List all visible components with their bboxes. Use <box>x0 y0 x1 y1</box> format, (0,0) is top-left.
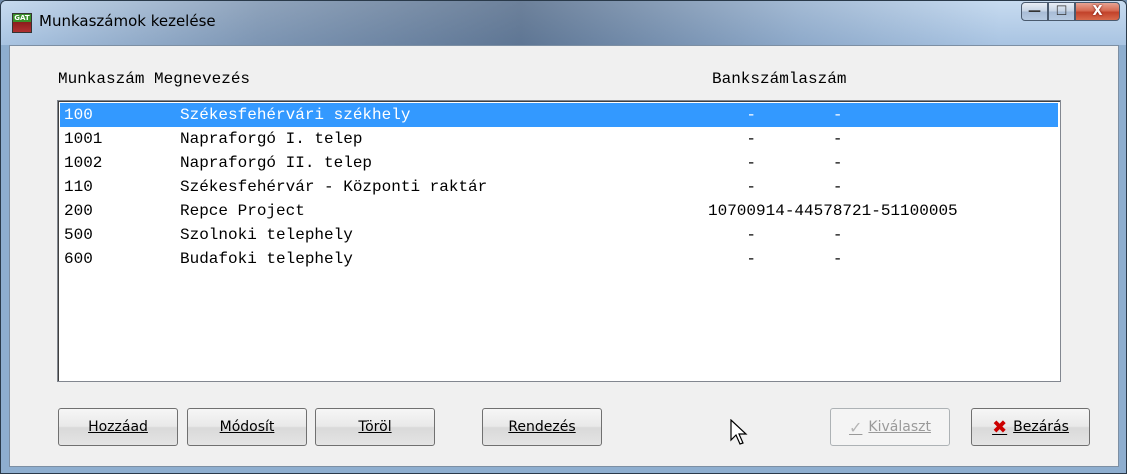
list-item-bank: - - <box>708 178 843 196</box>
app-icon[interactable]: GAT <box>12 13 32 33</box>
add-button-label: Hozzáad <box>88 419 148 435</box>
title-bar[interactable]: GAT Munkaszámok kezelése — ☐ X <box>1 1 1126 45</box>
minimize-icon: — <box>1028 4 1041 19</box>
close-window-button[interactable]: X <box>1075 2 1120 21</box>
list-item[interactable]: 110 Székesfehérvár - Központi raktár - - <box>60 175 1058 199</box>
delete-button-label: Töröl <box>358 419 392 435</box>
mouse-cursor-icon <box>730 419 748 445</box>
list-item-code: 600 <box>64 250 93 268</box>
sort-button[interactable]: Rendezés <box>482 408 602 446</box>
list-item-name: Budafoki telephely <box>180 250 353 268</box>
maximize-icon: ☐ <box>1055 4 1068 19</box>
maximize-button[interactable]: ☐ <box>1048 2 1075 21</box>
list-item-code: 110 <box>64 178 93 196</box>
list-item[interactable]: 1001 Napraforgó I. telep - - <box>60 127 1058 151</box>
select-button-label: Kiválaszt <box>868 419 931 435</box>
modify-button[interactable]: Módosít <box>187 408 307 446</box>
caption-buttons: — ☐ X <box>1021 2 1120 22</box>
list-item-bank: - - <box>708 106 843 124</box>
list-item-name: Repce Project <box>180 202 305 220</box>
list-item-code: 1001 <box>64 130 103 148</box>
close-x-icon: ✖ <box>992 416 1008 438</box>
close-button[interactable]: ✖ Bezárás <box>971 408 1090 446</box>
close-button-label: Bezárás <box>1013 419 1069 435</box>
list-item-bank: - - <box>708 154 843 172</box>
minimize-button[interactable]: — <box>1021 2 1048 21</box>
list-item[interactable]: 500 Szolnoki telephely - - <box>60 223 1058 247</box>
list-item-name: Székesfehérvár - Központi raktár <box>180 178 488 196</box>
dialog-client-area: Munkaszám Megnevezés Bankszámlaszám 100 S… <box>9 45 1119 467</box>
list-item-bank: - - <box>708 226 843 244</box>
add-button[interactable]: Hozzáad <box>58 408 178 446</box>
delete-button[interactable]: Töröl <box>315 408 435 446</box>
app-icon-label: GAT <box>14 14 30 22</box>
column-header-bank: Bankszámlaszám <box>712 70 847 88</box>
list-item-name: Napraforgó I. telep <box>180 130 363 148</box>
list-item[interactable]: 100 Székesfehérvári székhely - - <box>60 103 1058 127</box>
job-number-list[interactable]: 100 Székesfehérvári székhely - - 1001 Napra… <box>57 100 1061 382</box>
modify-button-label: Módosít <box>219 419 275 435</box>
list-item-name: Szolnoki telephely <box>180 226 353 244</box>
list-item-bank: 10700914-44578721-51100005 <box>708 202 958 220</box>
list-item-code: 500 <box>64 226 93 244</box>
list-item-name: Napraforgó II. telep <box>180 154 373 172</box>
list-item[interactable]: 600 Budafoki telephely - - <box>60 247 1058 271</box>
list-item[interactable]: 200 Repce Project 10700914-44578721-511000… <box>60 199 1058 223</box>
dialog-window: GAT Munkaszámok kezelése — ☐ X Munkaszám… <box>0 0 1127 474</box>
list-item[interactable]: 1002 Napraforgó II. telep - - <box>60 151 1058 175</box>
column-header-code-name: Munkaszám Megnevezés <box>58 70 251 88</box>
window-title: Munkaszámok kezelése <box>39 12 216 30</box>
list-item-code: 200 <box>64 202 93 220</box>
sort-button-label: Rendezés <box>508 419 576 435</box>
list-item-code: 100 <box>64 106 93 124</box>
list-item-code: 1002 <box>64 154 103 172</box>
list-item-bank: - - <box>708 250 843 268</box>
list-item-name: Székesfehérvári székhely <box>180 106 411 124</box>
select-button[interactable]: ✓ Kiválaszt <box>830 408 950 446</box>
checkmark-icon: ✓ <box>849 417 863 437</box>
close-icon: X <box>1092 4 1103 19</box>
list-item-bank: - - <box>708 130 843 148</box>
